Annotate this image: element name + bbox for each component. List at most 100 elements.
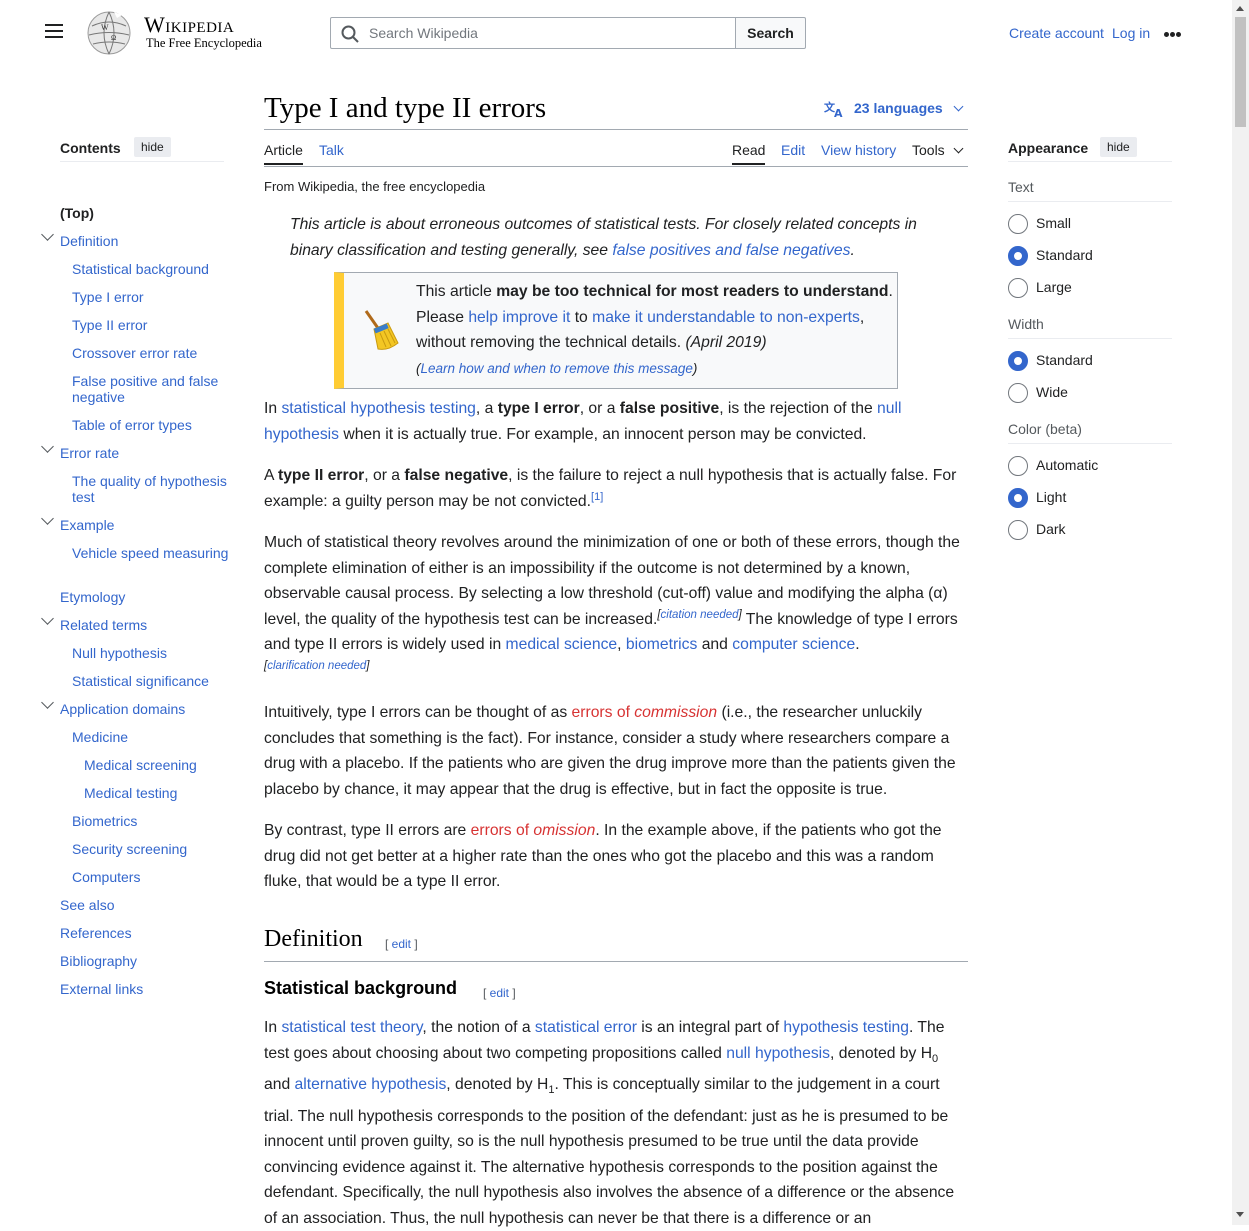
appearance-panel: Appearance hide Text Small Standard Larg… <box>1008 136 1172 540</box>
heading-text: Definition <box>264 926 363 952</box>
toc-item-definition[interactable]: Definition <box>60 233 230 249</box>
toc-item-medical-screening[interactable]: Medical screening <box>84 757 230 773</box>
toc-collapse-example-chevron-icon[interactable] <box>41 512 54 525</box>
toc-item-example[interactable]: Example <box>60 517 230 533</box>
login-link[interactable]: Log in <box>1112 25 1150 41</box>
make-understandable-link[interactable]: make it understandable to non-experts <box>592 309 860 326</box>
radio-label: Standard <box>1036 352 1093 368</box>
toc-collapse-related-terms-chevron-icon[interactable] <box>41 612 54 625</box>
computer-science-link[interactable]: computer science <box>732 636 855 653</box>
errors-of-commission-link[interactable]: errors of commission <box>572 704 718 721</box>
toc-item-bibliography[interactable]: Bibliography <box>60 953 230 969</box>
toc-item-related-terms[interactable]: Related terms <box>60 617 230 633</box>
hypothesis-testing-link[interactable]: hypothesis testing <box>783 1019 909 1036</box>
tools-dropdown[interactable]: Tools <box>912 142 964 158</box>
statistical-error-link[interactable]: statistical error <box>535 1019 637 1036</box>
text: , denoted by H <box>446 1076 549 1094</box>
toc-item-see-also[interactable]: See also <box>60 897 230 913</box>
toc-item-medical-testing[interactable]: Medical testing <box>84 785 230 801</box>
color-light-radio[interactable]: Light <box>1008 488 1172 508</box>
search-input[interactable] <box>367 18 727 48</box>
notice-date: (April 2019) <box>681 334 767 351</box>
toc-item-table-of-error-types[interactable]: Table of error types <box>72 417 230 433</box>
more-options-icon[interactable] <box>1164 24 1186 42</box>
toc-item-type-ii-error[interactable]: Type II error <box>72 317 230 333</box>
toc-item-external-links[interactable]: External links <box>60 981 230 997</box>
toc-item-null-hypothesis[interactable]: Null hypothesis <box>72 645 230 661</box>
hatnote-link[interactable]: false positives and false negatives <box>612 242 850 259</box>
toc-collapse-application-domains-chevron-icon[interactable] <box>41 696 54 709</box>
toc-item-biometrics[interactable]: Biometrics <box>72 813 230 829</box>
toc-collapse-definition-chevron-icon[interactable] <box>41 228 54 241</box>
search-box <box>330 17 736 49</box>
text-size-large-radio[interactable]: Large <box>1008 278 1172 298</box>
statistical-test-theory-link[interactable]: statistical test theory <box>281 1019 422 1036</box>
tab-talk[interactable]: Talk <box>319 142 344 158</box>
toc-hide-button[interactable]: hide <box>134 137 171 157</box>
color-automatic-radio[interactable]: Automatic <box>1008 456 1172 476</box>
toc-item-crossover-error-rate[interactable]: Crossover error rate <box>72 345 230 361</box>
errors-of-omission-link[interactable]: errors of omission <box>471 822 596 839</box>
biometrics-link[interactable]: biometrics <box>626 636 697 653</box>
bracket: ] <box>366 659 370 672</box>
toc-item-references[interactable]: References <box>60 925 230 941</box>
appearance-title: Appearance <box>1008 140 1089 156</box>
clarification-needed-link[interactable]: clarification needed <box>267 659 366 672</box>
learn-more: (Learn how and when to remove this messa… <box>416 361 697 376</box>
tab-edit[interactable]: Edit <box>781 142 805 158</box>
toc-item-statistical-background[interactable]: Statistical background <box>72 261 230 277</box>
intro-paragraph-2: A type II error, or a false negative, is… <box>264 463 968 514</box>
citation-needed-link[interactable]: citation needed <box>661 608 739 621</box>
title-divider <box>264 129 968 130</box>
toc-collapse-error-rate-chevron-icon[interactable] <box>41 440 54 453</box>
text-size-small-radio[interactable]: Small <box>1008 214 1172 234</box>
toc-item-type-i-error[interactable]: Type I error <box>72 289 230 305</box>
alternative-hypothesis-link[interactable]: alternative hypothesis <box>295 1076 447 1093</box>
page-scrollbar[interactable] <box>1232 0 1249 1225</box>
toc-header: Contents hide <box>60 136 224 162</box>
wikipedia-logo[interactable]: W Ω Wikipedia The Free Encyclopedia <box>84 10 274 56</box>
toc-title: Contents <box>60 140 121 156</box>
tab-article[interactable]: Article <box>264 142 303 165</box>
main-menu-icon[interactable] <box>40 20 68 46</box>
reference-1-link[interactable]: [1] <box>591 490 603 502</box>
edit-section-link[interactable]: edit <box>490 986 509 1000</box>
tab-view-history[interactable]: View history <box>821 142 896 158</box>
width-standard-radio[interactable]: Standard <box>1008 351 1172 371</box>
scroll-thumb[interactable] <box>1235 17 1246 127</box>
toc-item-error-rate[interactable]: Error rate <box>60 445 230 461</box>
toc-item-quality-of-hypothesis-test[interactable]: The quality of hypothesis test <box>72 473 230 505</box>
notice-text: This article may be too technical for mo… <box>416 279 896 381</box>
create-account-link[interactable]: Create account <box>1009 25 1104 41</box>
page-tabs: Article Talk Read Edit View history Tool… <box>264 140 968 167</box>
toc-item-vehicle-speed-measuring[interactable]: Vehicle speed measuring <box>72 545 230 561</box>
toc-item-statistical-significance[interactable]: Statistical significance <box>72 673 230 689</box>
help-improve-link[interactable]: help improve it <box>468 309 570 326</box>
toc-item-medicine[interactable]: Medicine <box>72 729 230 745</box>
language-button[interactable]: 文 A 23 languages <box>824 100 964 118</box>
appearance-hide-button[interactable]: hide <box>1100 137 1137 157</box>
tab-read[interactable]: Read <box>732 142 766 165</box>
scroll-up-arrow-icon[interactable] <box>1236 6 1244 11</box>
statistical-hypothesis-testing-link[interactable]: statistical hypothesis testing <box>281 400 475 417</box>
null-hypothesis-link[interactable]: null hypothesis <box>726 1045 830 1062</box>
text-size-standard-radio[interactable]: Standard <box>1008 246 1172 266</box>
medical-science-link[interactable]: medical science <box>506 636 618 653</box>
toc-item-security-screening[interactable]: Security screening <box>72 841 230 857</box>
edit-section-link[interactable]: edit <box>392 937 411 951</box>
learn-remove-message-link[interactable]: Learn how and when to remove this messag… <box>421 361 693 376</box>
color-label: Color (beta) <box>1008 421 1172 444</box>
search-button[interactable]: Search <box>735 17 806 49</box>
toc-item-application-domains[interactable]: Application domains <box>60 701 230 717</box>
text: , denoted by H <box>830 1044 933 1062</box>
toc-item-computers[interactable]: Computers <box>72 869 230 885</box>
toc-item-etymology[interactable]: Etymology <box>60 589 230 605</box>
toc-item-false-positive-and-false-negative[interactable]: False positive and false negative <box>72 373 230 405</box>
notice-bold-text: may be too technical for most readers to… <box>496 283 889 300</box>
width-wide-radio[interactable]: Wide <box>1008 383 1172 403</box>
color-dark-radio[interactable]: Dark <box>1008 520 1172 540</box>
text: , the notion of a <box>422 1019 535 1036</box>
section-heading-definition: Definition [ edit ] <box>264 924 968 962</box>
toc-item-top[interactable]: (Top) <box>60 205 230 221</box>
scroll-down-arrow-icon[interactable] <box>1236 1212 1244 1217</box>
